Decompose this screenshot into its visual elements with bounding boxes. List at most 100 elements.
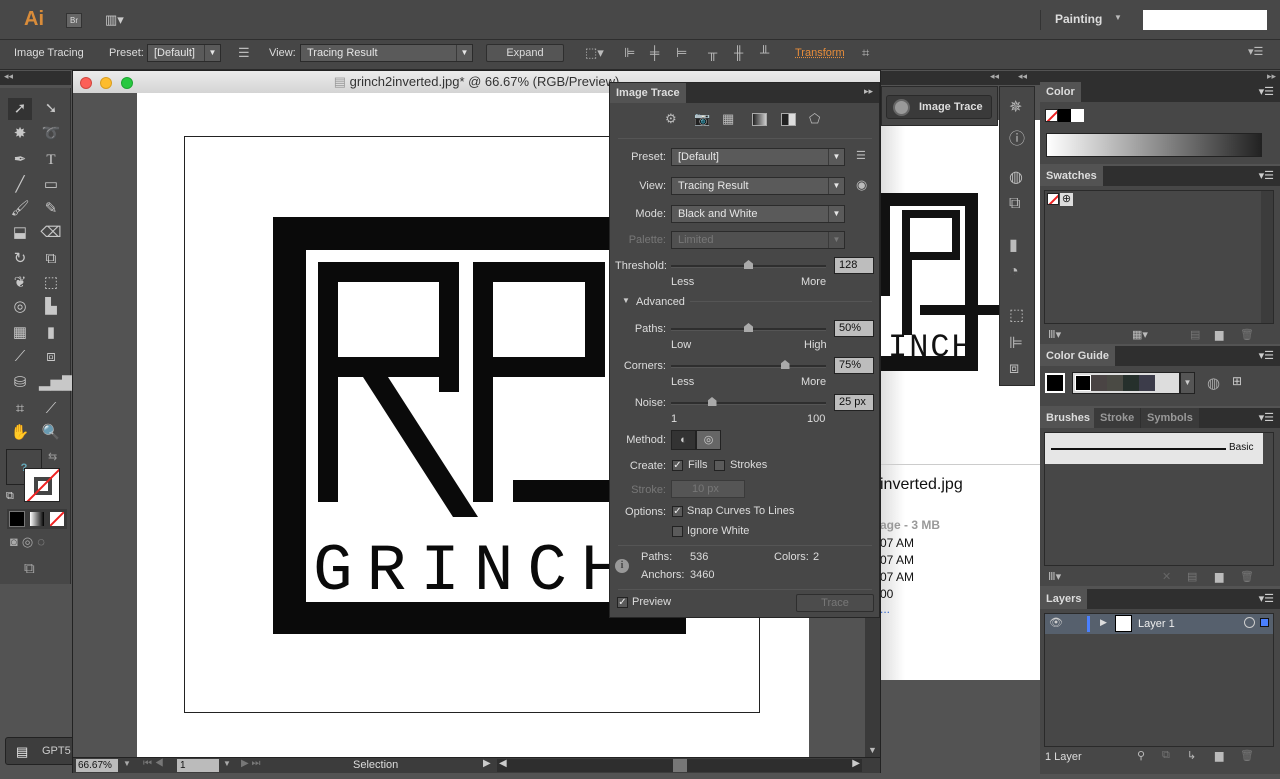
workspace-switcher[interactable]: Painting — [1055, 12, 1102, 26]
minimize-button[interactable] — [100, 77, 112, 89]
eyedropper-tool-icon[interactable]: ⟋ — [8, 346, 32, 368]
view-dropdown[interactable]: Tracing Result ▼ — [300, 44, 473, 62]
gradient-mode-icon[interactable] — [30, 512, 44, 526]
image-trace-dock-button[interactable]: Image Trace — [886, 95, 992, 119]
brushes-panel-header[interactable]: Brushes Stroke Symbols ▾☰ — [1040, 408, 1280, 428]
noise-slider[interactable] — [671, 397, 826, 406]
symbol-sprayer-tool-icon[interactable]: ⛁ — [8, 372, 32, 394]
artboard-number-field[interactable]: 1 — [177, 759, 219, 772]
view-dropdown[interactable]: Tracing Result ▼ — [671, 177, 845, 195]
color-mode-icon[interactable] — [9, 511, 25, 527]
corners-field[interactable]: 75% — [834, 357, 874, 374]
panel-header[interactable]: Image Trace ▸▸ — [610, 83, 879, 103]
mode-dropdown[interactable]: Black and White ▼ — [671, 205, 845, 223]
expand-button[interactable]: Expand — [486, 44, 564, 62]
status-text[interactable]: Selection — [353, 759, 398, 771]
brush-options-icon[interactable]: ▤ — [1187, 570, 1197, 583]
blend-tool-icon[interactable]: ⧈ — [39, 346, 63, 368]
harmony-color-swatch[interactable] — [1123, 375, 1139, 391]
info-panel-icon[interactable]: ⓘ — [1009, 125, 1025, 149]
horizontal-scrollbar[interactable]: ◀ ▶ — [497, 758, 862, 772]
close-button[interactable] — [80, 77, 92, 89]
swatches-list[interactable]: ⊕ — [1044, 190, 1274, 324]
harmony-color-swatch[interactable] — [1107, 375, 1123, 391]
eraser-tool-icon[interactable]: ⌫ — [39, 222, 63, 244]
panel-menu-icon[interactable]: ▾☰ — [1259, 349, 1274, 362]
threshold-field[interactable]: 128 — [834, 257, 874, 274]
slider-thumb[interactable] — [707, 397, 717, 406]
rectangle-tool-icon[interactable]: ▭ — [39, 174, 63, 196]
pathfinder-icon[interactable]: ⧈ — [1009, 360, 1019, 378]
panel-menu-icon[interactable]: ▾☰ — [1259, 169, 1274, 182]
isolate-icon[interactable]: ⌗ — [862, 45, 869, 61]
transparency-icon[interactable]: ◔ — [1009, 263, 1019, 281]
tab-stroke[interactable]: Stroke — [1094, 408, 1141, 428]
layer-row[interactable]: 👁 ▶ Layer 1 — [1045, 614, 1273, 634]
method-overlapping-button[interactable]: ◎ — [696, 430, 721, 450]
swatch-options-icon[interactable]: ▤ — [1190, 328, 1200, 341]
swatches-scrollbar[interactable] — [1261, 191, 1273, 323]
grayscale-preset-icon[interactable] — [752, 113, 767, 126]
harmony-color-swatch[interactable] — [1075, 375, 1091, 391]
black-and-white-preset-icon[interactable] — [781, 113, 796, 126]
color-guide-panel-header[interactable]: Color Guide ▾☰ — [1040, 346, 1280, 366]
collapse-panel-icon[interactable]: ▸▸ — [864, 86, 873, 97]
transform-panel-icon[interactable]: ⧉ — [1009, 195, 1020, 213]
tab-symbols[interactable]: Symbols — [1141, 408, 1199, 428]
scale-tool-icon[interactable]: ⧉ — [39, 248, 63, 270]
tab-layers[interactable]: Layers — [1040, 589, 1088, 609]
taskbar-item[interactable]: ▤ GPT5 — [5, 737, 75, 765]
zoom-level-field[interactable]: 66.67% — [76, 759, 118, 772]
delete-swatch-icon[interactable]: 🗑 — [1240, 328, 1254, 341]
preview-checkbox[interactable]: ✓ — [617, 597, 628, 608]
white-swatch[interactable] — [1071, 109, 1084, 122]
noise-field[interactable]: 25 px — [834, 394, 874, 411]
none-swatch[interactable] — [1047, 193, 1059, 205]
status-menu-icon[interactable]: ▶ — [483, 758, 491, 769]
layers-panel-header[interactable]: Layers ▾☰ — [1040, 589, 1280, 609]
target-icon[interactable] — [1244, 617, 1255, 628]
none-swatch[interactable] — [1045, 109, 1058, 122]
align-center-horizontal-icon[interactable]: ╪ — [650, 45, 659, 60]
pencil-tool-icon[interactable]: ✎ — [39, 198, 63, 220]
brushes-list[interactable]: Basic — [1044, 432, 1274, 566]
align-right-icon[interactable]: ⊨ — [676, 45, 687, 61]
fills-checkbox[interactable]: ✓ — [672, 460, 683, 471]
zoom-tool-icon[interactable]: 🔍 — [39, 422, 63, 444]
slider-thumb[interactable] — [744, 323, 753, 332]
panel-menu-icon[interactable]: ▾☰ — [1259, 85, 1274, 98]
align-panel-icon[interactable]: ⊫ — [1009, 333, 1023, 353]
clipping-mask-icon[interactable]: ⧉ — [1162, 749, 1170, 762]
disclosure-triangle-icon[interactable]: ▼ — [622, 296, 630, 305]
ignore-white-checkbox[interactable] — [672, 526, 683, 537]
align-bottom-icon[interactable]: ╨ — [760, 45, 769, 60]
tab-color[interactable]: Color — [1040, 82, 1081, 102]
trace-button[interactable]: Trace — [796, 594, 874, 612]
tab-color-guide[interactable]: Color Guide — [1040, 346, 1115, 366]
bg-link[interactable]: ... — [880, 602, 890, 616]
shape-builder-tool-icon[interactable]: ◎ — [8, 296, 32, 318]
threshold-slider[interactable] — [671, 260, 826, 269]
gradient-tool-icon[interactable]: ▮ — [39, 322, 63, 344]
eye-icon[interactable]: ◉ — [856, 177, 867, 193]
auto-color-preset-icon[interactable]: ⚙ — [665, 111, 677, 127]
direct-selection-tool-icon[interactable]: ➘ — [39, 98, 63, 120]
align-top-icon[interactable]: ╥ — [708, 45, 717, 60]
bridge-button[interactable]: Br — [66, 13, 82, 28]
perspective-grid-tool-icon[interactable]: ▙ — [39, 296, 63, 318]
rotate-tool-icon[interactable]: ↻ — [8, 248, 32, 270]
low-color-preset-icon[interactable]: ▦ — [722, 111, 734, 127]
lasso-tool-icon[interactable]: ➰ — [39, 123, 63, 145]
swap-fill-stroke-icon[interactable]: ⇆ — [48, 450, 57, 463]
advanced-toggle[interactable]: Advanced — [636, 296, 685, 308]
base-color-swatch[interactable] — [1045, 373, 1065, 393]
remove-brush-stroke-icon[interactable]: ✕ — [1162, 570, 1171, 583]
free-transform-tool-icon[interactable]: ⬚ — [39, 272, 63, 294]
expand-triangle-icon[interactable]: ▶ — [1100, 617, 1107, 628]
line-tool-icon[interactable]: ╱ — [8, 174, 32, 196]
color-spectrum[interactable] — [1046, 133, 1262, 157]
zoom-button[interactable] — [121, 77, 133, 89]
paths-slider[interactable] — [671, 323, 826, 332]
selection-tool-icon[interactable]: ➚ — [8, 98, 32, 120]
magic-wand-tool-icon[interactable]: ✸ — [8, 123, 32, 145]
